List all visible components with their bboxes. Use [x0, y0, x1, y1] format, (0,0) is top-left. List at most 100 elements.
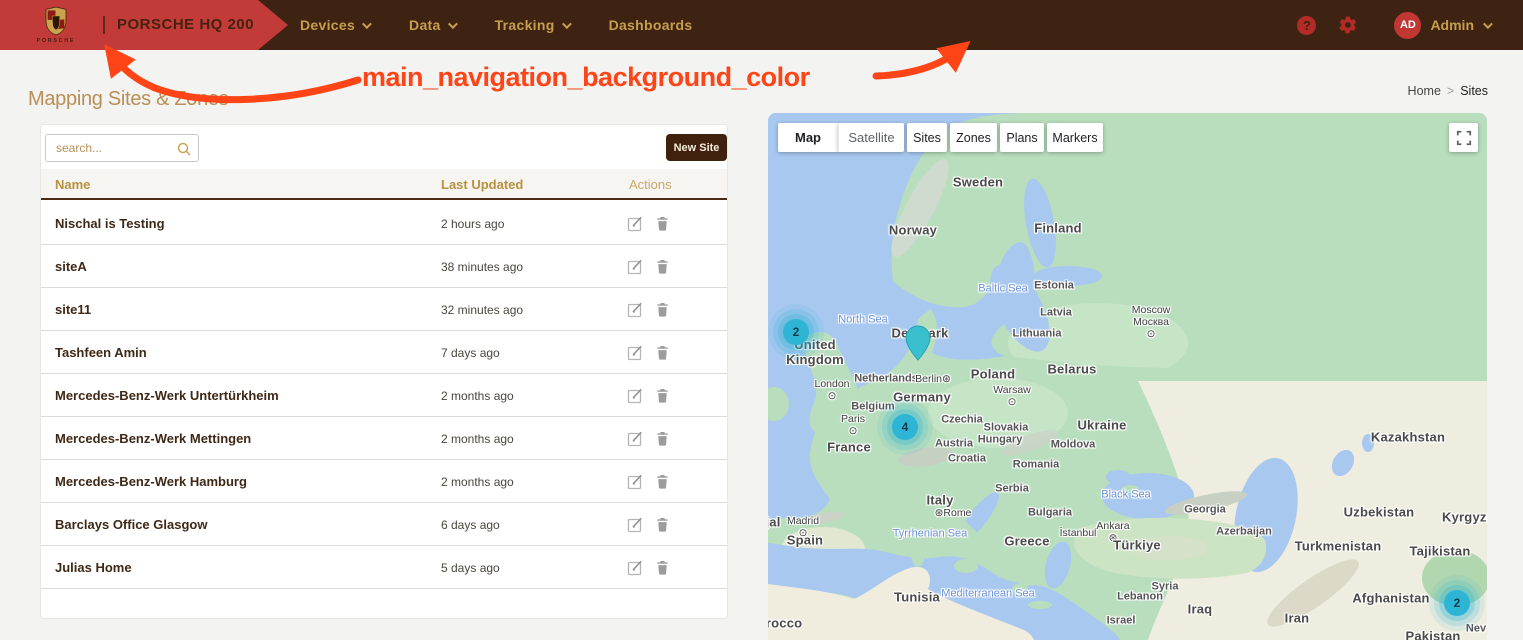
- map-layer-button-plans[interactable]: Plans: [1000, 123, 1044, 152]
- column-header-name: Name: [55, 177, 90, 192]
- delete-site-button[interactable]: [654, 344, 671, 361]
- delete-site-button[interactable]: [654, 215, 671, 232]
- row-actions: [627, 473, 671, 490]
- cluster-marker[interactable]: 2: [783, 319, 809, 345]
- nav-menu: Devices Data Tracking Dashboards: [300, 0, 692, 50]
- column-header-last-updated: Last Updated: [441, 177, 523, 192]
- map-pin-marker[interactable]: [905, 325, 931, 366]
- delete-site-button[interactable]: [654, 258, 671, 275]
- search-box: [45, 134, 199, 162]
- site-name: siteA: [55, 259, 87, 274]
- site-name: Tashfeen Amin: [55, 345, 147, 360]
- map-type-button-map[interactable]: Map: [778, 123, 838, 152]
- new-site-button[interactable]: New Site: [666, 134, 727, 161]
- edit-site-button[interactable]: [627, 301, 644, 318]
- fullscreen-button[interactable]: [1449, 123, 1478, 152]
- nav-item-label: Data: [409, 17, 441, 33]
- row-actions: [627, 430, 671, 447]
- breadcrumb-sites[interactable]: Sites: [1460, 84, 1488, 98]
- edit-site-button[interactable]: [627, 473, 644, 490]
- row-actions: [627, 215, 671, 232]
- row-actions: [627, 344, 671, 361]
- breadcrumb-home[interactable]: Home: [1408, 84, 1441, 98]
- chevron-down-icon: [1483, 19, 1493, 29]
- cluster-marker[interactable]: 2: [1444, 590, 1470, 616]
- porsche-wordmark: PORSCHE: [22, 38, 90, 44]
- table-row[interactable]: Nischal is Testing 2 hours ago: [41, 202, 727, 245]
- page-title: Mapping Sites & Zones: [28, 88, 228, 111]
- delete-site-button[interactable]: [654, 473, 671, 490]
- nav-item-tracking[interactable]: Tracking: [495, 17, 569, 33]
- row-actions: [627, 301, 671, 318]
- edit-site-button[interactable]: [627, 516, 644, 533]
- delete-site-button[interactable]: [654, 387, 671, 404]
- map-layer-button-zones[interactable]: Zones: [950, 123, 997, 152]
- edit-site-button[interactable]: [627, 344, 644, 361]
- settings-gear-icon[interactable]: [1338, 15, 1358, 35]
- table-row[interactable]: siteA 38 minutes ago: [41, 245, 727, 288]
- site-name: Mercedes-Benz-Werk Mettingen: [55, 431, 251, 446]
- cluster-marker[interactable]: 4: [892, 414, 918, 440]
- edit-site-button[interactable]: [627, 215, 644, 232]
- site-last-updated: 2 months ago: [441, 432, 514, 446]
- brand-divider: [103, 16, 105, 34]
- map-layer-button-markers[interactable]: Markers: [1047, 123, 1103, 152]
- chevron-down-icon: [448, 19, 458, 29]
- nav-item-data[interactable]: Data: [409, 17, 455, 33]
- help-button[interactable]: ?: [1297, 16, 1316, 35]
- site-name: Julias Home: [55, 560, 132, 575]
- delete-site-button[interactable]: [654, 516, 671, 533]
- delete-site-button[interactable]: [654, 301, 671, 318]
- delete-site-button[interactable]: [654, 430, 671, 447]
- nav-item-label: Dashboards: [609, 17, 693, 33]
- site-last-updated: 7 days ago: [441, 346, 500, 360]
- site-name: Mercedes-Benz-Werk Untertürkheim: [55, 388, 279, 403]
- chevron-down-icon: [562, 19, 572, 29]
- column-header-actions: Actions: [629, 177, 672, 192]
- table-row[interactable]: site1132 minutes ago: [41, 288, 727, 331]
- fullscreen-icon: [1456, 130, 1472, 146]
- edit-site-button[interactable]: [627, 258, 644, 275]
- site-name: site11: [55, 302, 91, 317]
- row-actions: [627, 516, 671, 533]
- site-last-updated: 2 months ago: [441, 389, 514, 403]
- table-row[interactable]: Tashfeen Amin 7 days ago: [41, 331, 727, 374]
- edit-site-button[interactable]: [627, 430, 644, 447]
- delete-site-button[interactable]: [654, 559, 671, 576]
- table-body: Nischal is Testing 2 hours ago siteA 38 min…: [41, 202, 727, 589]
- row-actions: [627, 258, 671, 275]
- edit-site-button[interactable]: [627, 387, 644, 404]
- user-avatar: AD: [1394, 12, 1421, 39]
- map-layer-button-sites[interactable]: Sites: [907, 123, 947, 152]
- main-navigation: PORSCHE PORSCHE HQ 200 Devices Data Tracki…: [0, 0, 1523, 50]
- nav-right-controls: ? AD Admin: [1297, 0, 1490, 50]
- table-row[interactable]: Mercedes-Benz-Werk Untertürkheim 2 months…: [41, 374, 727, 417]
- row-actions: [627, 559, 671, 576]
- site-last-updated: 2 months ago: [441, 475, 514, 489]
- annotation-label: main_navigation_background_color: [362, 62, 810, 93]
- site-name: Barclays Office Glasgow: [55, 517, 207, 532]
- row-actions: [627, 387, 671, 404]
- table-row[interactable]: Julias Home5 days ago: [41, 546, 727, 589]
- table-row[interactable]: Barclays Office Glasgow6 days ago: [41, 503, 727, 546]
- site-last-updated: 2 hours ago: [441, 217, 504, 231]
- table-row[interactable]: Mercedes-Benz-Werk Mettingen 2 months ago: [41, 417, 727, 460]
- nav-item-label: Devices: [300, 17, 355, 33]
- nav-item-label: Tracking: [495, 17, 555, 33]
- chevron-down-icon: [362, 19, 372, 29]
- brand-block[interactable]: PORSCHE PORSCHE HQ 200: [0, 0, 288, 50]
- search-icon: [176, 141, 192, 157]
- table-row[interactable]: Mercedes-Benz-Werk Hamburg 2 months ago: [41, 460, 727, 503]
- table-header: Name Last Updated Actions: [41, 169, 727, 200]
- site-name: Nischal is Testing: [55, 216, 165, 231]
- nav-item-devices[interactable]: Devices: [300, 17, 369, 33]
- map-canvas[interactable]: SwedenNorwayFinlandBaltic SeaEstoniaLatv…: [768, 113, 1487, 640]
- edit-site-button[interactable]: [627, 559, 644, 576]
- nav-item-dashboards[interactable]: Dashboards: [609, 17, 693, 33]
- site-last-updated: 38 minutes ago: [441, 260, 523, 274]
- user-name-label: Admin: [1430, 17, 1474, 33]
- user-menu[interactable]: AD Admin: [1394, 12, 1490, 39]
- site-name: Mercedes-Benz-Werk Hamburg: [55, 474, 247, 489]
- breadcrumb-separator: >: [1447, 84, 1454, 98]
- map-type-button-satellite[interactable]: Satellite: [838, 123, 904, 152]
